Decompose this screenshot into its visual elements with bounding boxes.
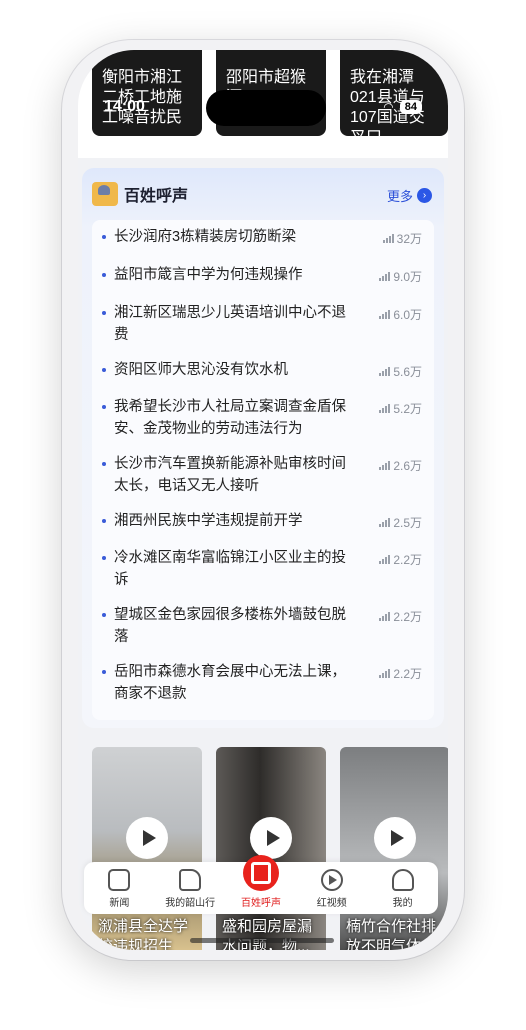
more-label: 更多	[386, 189, 413, 204]
list-item[interactable]: 岳阳市森德水育会展中心无法上课，商家不退款 2.2万	[102, 661, 422, 711]
chevron-right-icon: ›	[417, 188, 432, 203]
video-caption: 溆浦县全达学校违规招生	[98, 918, 189, 950]
list-item[interactable]: 望城区金色家园很多楼栋外墙鼓包脱落 2.2万	[102, 604, 422, 661]
top-news-card[interactable]: 我在湘潭021县道与107国道交叉口...	[340, 50, 448, 136]
bullet-icon	[102, 368, 106, 372]
item-text: 益阳市箴言中学为何违规操作	[114, 267, 303, 283]
item-text: 湘西州民族中学违规提前开学	[114, 513, 303, 529]
bullet-icon	[102, 462, 106, 466]
tab-label: 百姓呼声	[240, 898, 281, 909]
view-count: 2.2万	[393, 553, 422, 567]
status-icons: ◠ 84	[383, 100, 422, 114]
top-news-card[interactable]: 衡阳市湘江二桥工地施工噪音扰民	[92, 50, 202, 136]
bullet-icon	[102, 519, 106, 523]
signal-bars-icon	[379, 461, 391, 470]
tab-label: 我的韶山行	[165, 898, 216, 909]
view-count: 32万	[396, 232, 422, 246]
bottom-tab-bar: 新闻 我的韶山行 百姓呼声 红视频 我的	[84, 855, 438, 914]
profile-icon	[391, 869, 414, 891]
view-count: 2.6万	[393, 459, 422, 473]
item-text: 长沙润府3栋精装房切筋断梁	[114, 229, 297, 245]
voice-logo-icon	[92, 182, 118, 206]
travel-icon	[179, 869, 202, 891]
signal-bars-icon	[379, 612, 391, 621]
item-text: 湘江新区瑞思少儿英语培训中心不退费	[114, 305, 346, 343]
video-card[interactable]: 楠竹合作社排放不明气体	[340, 747, 448, 950]
tab-news[interactable]: 新闻	[88, 869, 150, 909]
home-indicator[interactable]	[190, 938, 334, 943]
view-count: 5.2万	[393, 402, 422, 416]
video-icon	[320, 869, 343, 891]
voice-header: 百姓呼声	[92, 182, 188, 206]
video-card[interactable]: 溆浦县全达学校违规招生	[92, 747, 202, 950]
bullet-icon	[102, 405, 106, 409]
bullet-icon	[102, 556, 106, 560]
view-count: 5.6万	[393, 365, 422, 379]
bullet-icon	[102, 235, 106, 239]
item-text: 我希望长沙市人社局立案调查金盾保安、金茂物业的劳动违法行为	[114, 399, 346, 437]
list-item[interactable]: 冷水滩区南华富临锦江小区业主的投诉 2.2万	[102, 547, 422, 604]
bullet-icon	[102, 273, 106, 277]
signal-bars-icon	[382, 234, 394, 243]
tab-travel[interactable]: 我的韶山行	[159, 869, 221, 909]
view-count: 9.0万	[393, 270, 422, 284]
play-icon[interactable]	[250, 817, 292, 859]
item-text: 冷水滩区南华富临锦江小区业主的投诉	[114, 550, 346, 588]
video-row: 溆浦县全达学校违规招生 盛和园房屋漏水问题，物... 楠竹合作社排放不明气体	[92, 747, 448, 950]
list-item[interactable]: 资阳区师大思沁没有饮水机 5.6万	[102, 359, 422, 396]
tab-label: 新闻	[109, 898, 130, 909]
bullet-icon	[102, 311, 106, 315]
list-item[interactable]: 湘江新区瑞思少儿英语培训中心不退费 6.0万	[102, 302, 422, 359]
dynamic-island	[206, 90, 326, 126]
more-button[interactable]: 更多 ›	[387, 186, 432, 205]
app-screen: 衡阳市湘江二桥工地施工噪音扰民 邵阳市超猴酒 我在湘潭021县道与107国道交叉…	[78, 50, 448, 950]
video-caption: 盛和园房屋漏水问题，物...	[222, 918, 313, 950]
list-item[interactable]: 长沙市汽车置换新能源补贴审核时间太长，电话又无人接听 2.6万	[102, 453, 422, 510]
voice-list: 长沙润府3栋精装房切筋断梁 32万 益阳市箴言中学为何违规操作 9.0万 湘江新…	[92, 220, 434, 720]
view-count: 6.0万	[393, 308, 422, 322]
bullet-icon	[102, 670, 106, 674]
item-text: 长沙市汽车置换新能源补贴审核时间太长，电话又无人接听	[114, 456, 346, 494]
news-icon	[108, 869, 131, 891]
signal-bars-icon	[379, 404, 391, 413]
view-count: 2.2万	[393, 610, 422, 624]
signal-bars-icon	[379, 310, 391, 319]
list-item[interactable]: 益阳市箴言中学为何违规操作 9.0万	[102, 264, 422, 302]
tab-label: 我的	[392, 898, 413, 909]
view-count: 2.5万	[393, 516, 422, 530]
wifi-icon: ◠	[383, 100, 394, 114]
bullet-icon	[102, 613, 106, 617]
signal-bars-icon	[379, 367, 391, 376]
signal-bars-icon	[379, 272, 391, 281]
tab-label: 红视频	[316, 898, 347, 909]
list-item[interactable]: 我希望长沙市人社局立案调查金盾保安、金茂物业的劳动违法行为 5.2万	[102, 396, 422, 453]
tab-voice[interactable]: 百姓呼声	[230, 855, 292, 909]
item-text: 资阳区师大思沁没有饮水机	[114, 362, 288, 378]
battery-icon: 84	[399, 100, 422, 114]
play-icon[interactable]	[126, 817, 168, 859]
voice-icon	[242, 855, 279, 891]
video-caption: 楠竹合作社排放不明气体	[346, 918, 437, 950]
signal-bars-icon	[379, 518, 391, 527]
list-item[interactable]: 湘西州民族中学违规提前开学 2.5万	[102, 510, 422, 547]
voice-title: 百姓呼声	[124, 188, 189, 205]
list-item[interactable]: 长沙润府3栋精装房切筋断梁 32万	[102, 226, 422, 264]
signal-bars-icon	[379, 555, 391, 564]
item-text: 望城区金色家园很多楼栋外墙鼓包脱落	[114, 607, 346, 645]
tab-video[interactable]: 红视频	[301, 869, 363, 909]
tab-profile[interactable]: 我的	[372, 869, 434, 909]
play-icon[interactable]	[374, 817, 416, 859]
item-text: 岳阳市森德水育会展中心无法上课，商家不退款	[114, 664, 346, 702]
video-card[interactable]: 盛和园房屋漏水问题，物...	[216, 747, 326, 950]
signal-bars-icon	[379, 669, 391, 678]
voice-panel: 百姓呼声 更多 › 长沙润府3栋精装房切筋断梁 32万 益阳市箴言中学为何违规操…	[82, 168, 444, 728]
status-time: 14:00	[104, 98, 145, 115]
view-count: 2.2万	[393, 667, 422, 681]
